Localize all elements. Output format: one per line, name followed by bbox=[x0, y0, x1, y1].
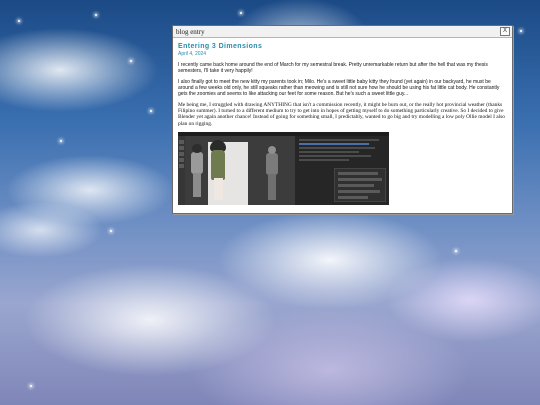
sparkle bbox=[30, 385, 32, 387]
sparkle bbox=[60, 140, 62, 142]
blog-entry-window: blog entry X Entering 3 Dimensions April… bbox=[172, 25, 513, 214]
window-title: blog entry bbox=[176, 27, 205, 36]
sparkle bbox=[130, 60, 132, 62]
sparkle bbox=[18, 20, 20, 22]
close-button[interactable]: X bbox=[500, 27, 510, 36]
post-paragraph: Me being me, I struggled with drawing AN… bbox=[178, 102, 505, 127]
window-titlebar[interactable]: blog entry X bbox=[173, 26, 512, 38]
blender-screenshot-image bbox=[178, 131, 389, 205]
blog-content[interactable]: Entering 3 Dimensions April 4, 2024 I re… bbox=[173, 39, 512, 213]
sparkle bbox=[520, 30, 522, 32]
post-paragraph: I recently came back home around the end… bbox=[178, 62, 488, 74]
sparkle bbox=[95, 14, 97, 16]
post-paragraph: I also finally got to meet the new kitty… bbox=[178, 79, 500, 97]
post-date: April 4, 2024 bbox=[178, 51, 207, 57]
sparkle bbox=[240, 12, 242, 14]
sparkle bbox=[455, 250, 457, 252]
sparkle bbox=[150, 110, 152, 112]
post-title: Entering 3 Dimensions bbox=[178, 43, 263, 50]
sparkle bbox=[110, 230, 112, 232]
